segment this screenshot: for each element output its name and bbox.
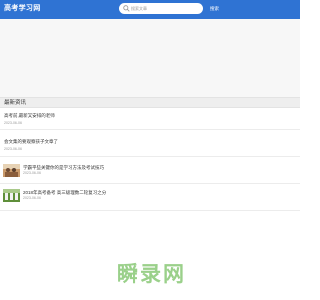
section-header: 最新资讯 bbox=[0, 97, 300, 108]
news-title[interactable]: 会文集的要观察孩子文章了 bbox=[4, 139, 58, 145]
news-thumbnail[interactable] bbox=[3, 164, 20, 177]
search-box[interactable] bbox=[119, 3, 203, 14]
news-date: 2023-06-06 bbox=[23, 171, 41, 175]
site-logo[interactable]: 高考学习网 bbox=[4, 3, 41, 15]
news-item[interactable]: 学霸平些关键你的是学习方法及考试技巧 2023-06-06 bbox=[0, 160, 300, 184]
search-button[interactable]: 搜索 bbox=[210, 5, 219, 12]
news-item[interactable]: 2018年高考备考 高三级理数二轮复习之分 2023-06-06 bbox=[0, 185, 300, 211]
watermark: 瞬录网 bbox=[117, 262, 186, 286]
news-item[interactable]: 会文集的要观察孩子文章了 2023-06-06 bbox=[0, 135, 300, 157]
news-item[interactable]: 高考前,最新又安排的老师 2023-06-06 bbox=[0, 108, 300, 130]
news-date: 2023-06-06 bbox=[23, 196, 41, 200]
top-header: 高考学习网 搜索 bbox=[0, 0, 300, 19]
banner-area bbox=[0, 19, 300, 97]
section-title: 最新资讯 bbox=[4, 100, 27, 106]
news-thumbnail[interactable] bbox=[3, 189, 20, 202]
news-date: 2023-06-06 bbox=[4, 121, 22, 125]
search-input[interactable] bbox=[131, 3, 199, 14]
search-icon bbox=[123, 5, 130, 12]
news-date: 2023-06-06 bbox=[4, 147, 22, 151]
news-title[interactable]: 高考前,最新又安排的老师 bbox=[4, 113, 55, 119]
